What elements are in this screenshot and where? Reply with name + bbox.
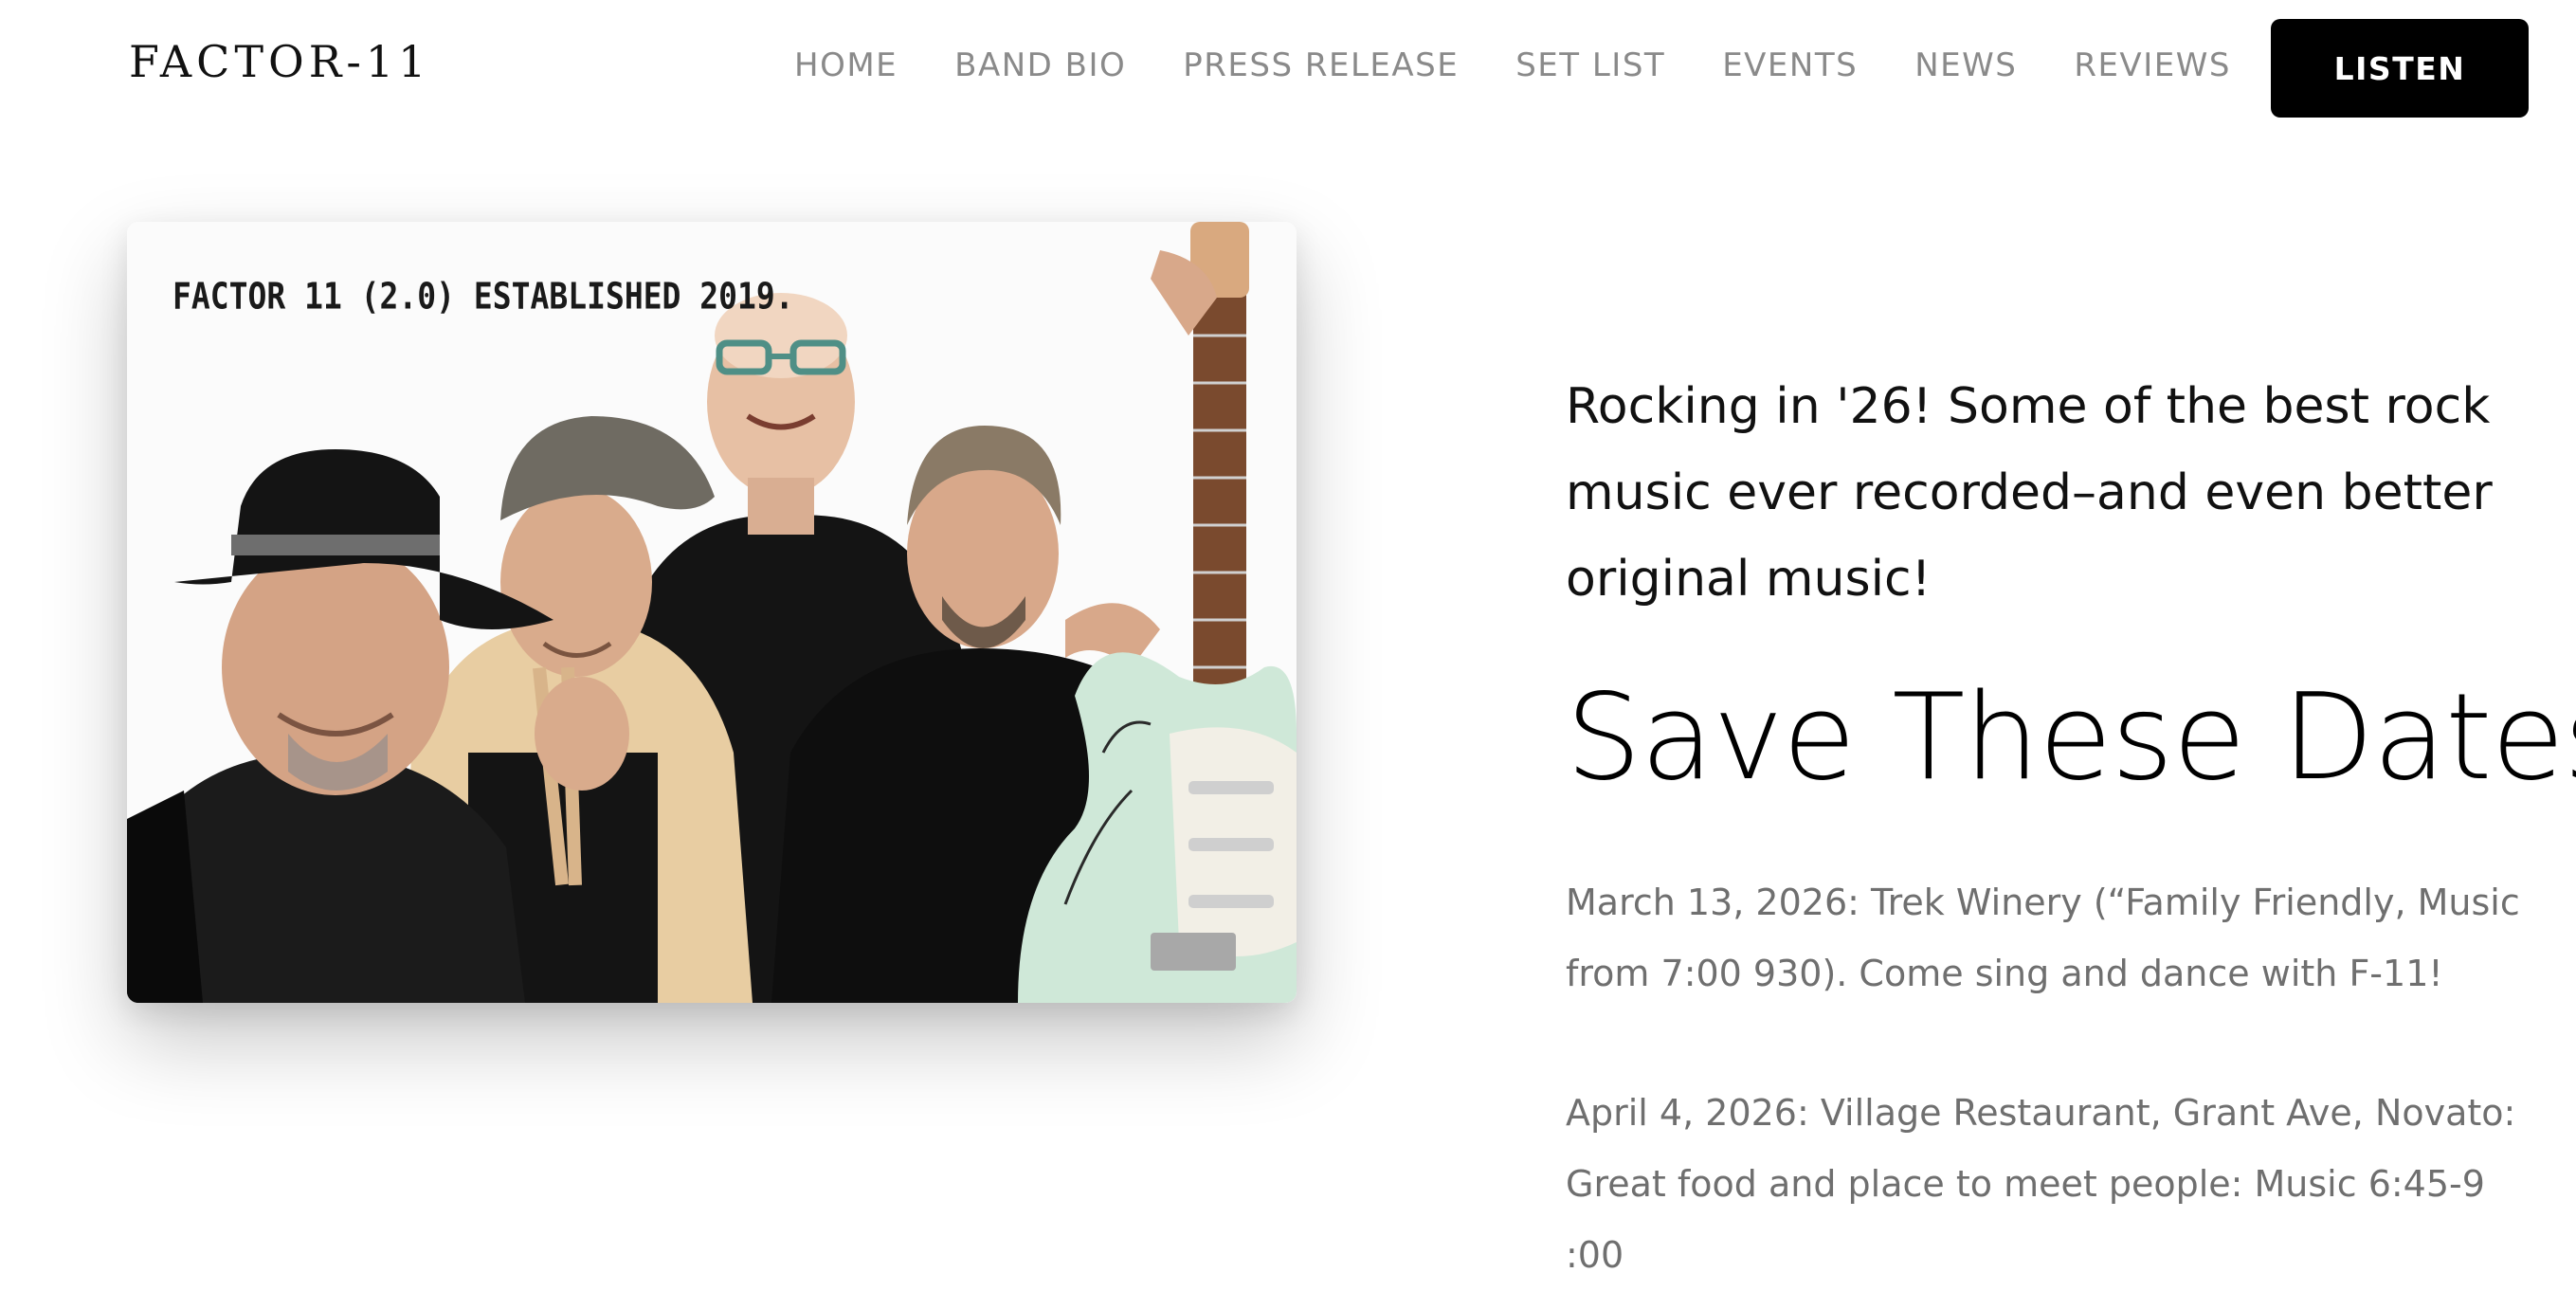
- nav-item-news[interactable]: NEWS: [1914, 46, 2017, 84]
- main-nav: HOME BAND BIO PRESS RELEASE SET LIST EVE…: [794, 42, 2231, 89]
- event-item: April 4, 2026: Village Restaurant, Grant…: [1566, 1092, 2516, 1276]
- listen-button[interactable]: LISTEN: [2271, 19, 2529, 118]
- band-photo: FACTOR 11 (2.0) ESTABLISHED 2019.: [127, 222, 1297, 1003]
- photo-caption: FACTOR 11 (2.0) ESTABLISHED 2019.: [172, 275, 794, 318]
- site-header: FACTOR-11 HOME BAND BIO PRESS RELEASE SE…: [0, 0, 2576, 133]
- band-photo-illustration: [127, 222, 1297, 1003]
- intro-text: Rocking in '26! Some of the best rock mu…: [1566, 378, 2493, 608]
- site-logo[interactable]: FACTOR-11: [129, 38, 430, 85]
- nav-item-events[interactable]: EVENTS: [1722, 46, 1858, 84]
- nav-item-set-list[interactable]: SET LIST: [1515, 46, 1665, 84]
- nav-item-press-release[interactable]: PRESS RELEASE: [1183, 46, 1459, 84]
- page-heading: Save These Dates: [1566, 667, 2576, 807]
- nav-item-home[interactable]: HOME: [794, 46, 898, 84]
- nav-item-reviews[interactable]: REVIEWS: [2074, 46, 2231, 84]
- event-item: March 13, 2026: Trek Winery (“Family Fri…: [1566, 882, 2520, 994]
- nav-item-band-bio[interactable]: BAND BIO: [954, 46, 1126, 84]
- main-content: Rocking in '26! Some of the best rock mu…: [1566, 364, 2576, 1291]
